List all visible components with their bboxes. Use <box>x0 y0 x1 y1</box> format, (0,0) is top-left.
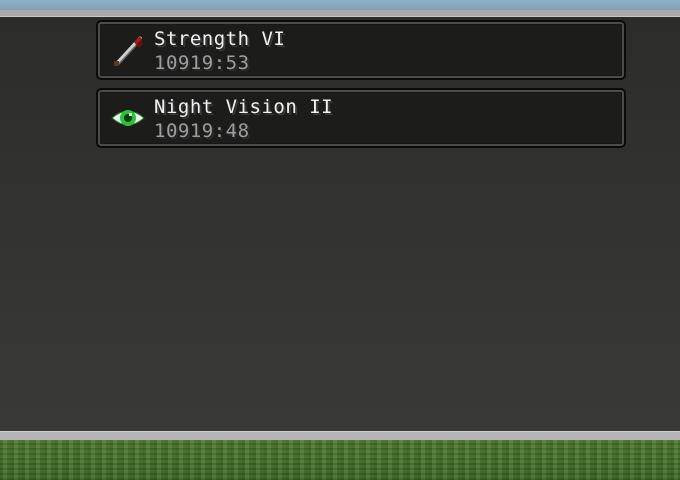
effect-name: Strength VI <box>154 28 286 50</box>
eye-icon <box>110 100 146 136</box>
effect-strength: Strength VI 10919:53 <box>96 20 626 80</box>
grass-ground <box>0 440 680 480</box>
effect-duration: 10919:53 <box>154 52 250 74</box>
effect-name: Night Vision II <box>154 96 334 118</box>
effect-duration: 10919:48 <box>154 120 250 142</box>
top-frame-border <box>0 10 680 17</box>
effect-night-vision: Night Vision II 10919:48 <box>96 88 626 148</box>
sword-icon <box>110 32 146 68</box>
